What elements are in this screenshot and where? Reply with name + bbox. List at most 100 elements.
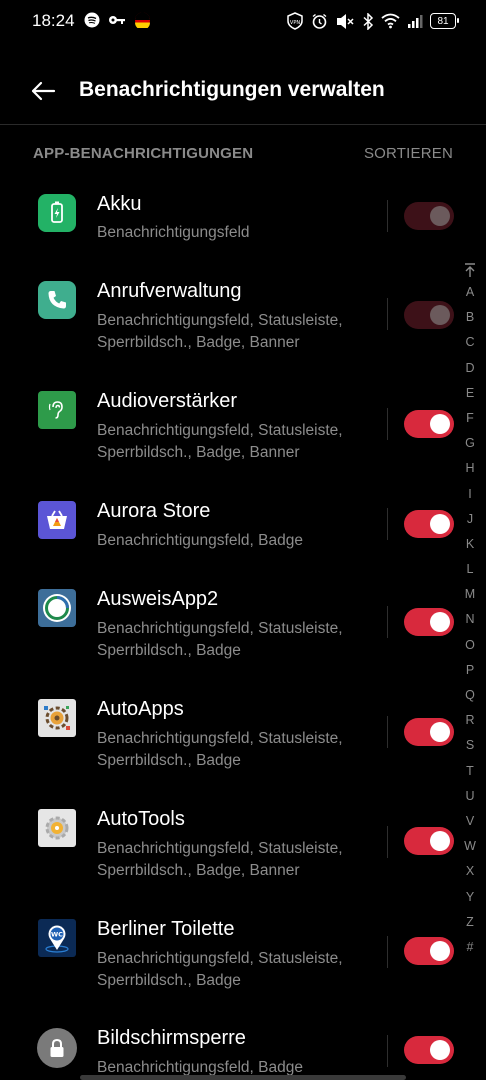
header-divider [0, 124, 486, 125]
alarm-icon [312, 13, 327, 29]
wifi-icon [381, 13, 400, 29]
autotools-gear-icon [38, 809, 76, 847]
app-notification-types: Benachrichtigungsfeld, Badge [97, 532, 303, 549]
app-name: AusweisApp2 [97, 588, 219, 610]
vpn-icon: VPN [287, 12, 303, 30]
list-item-audioverstaerker[interactable]: Audioverstärker Benachrichtigungsfeld, S… [0, 388, 460, 478]
alpha-index-letter[interactable]: V [460, 809, 480, 834]
notification-toggle[interactable] [404, 718, 454, 746]
store-bag-icon [38, 501, 76, 539]
row-divider [387, 508, 388, 540]
app-name: Anrufverwaltung [97, 280, 242, 302]
row-divider [387, 606, 388, 638]
signal-icon [408, 14, 423, 28]
list-item-bildschirmsperre[interactable]: Bildschirmsperre Benachrichtigungsfeld, … [0, 1025, 460, 1080]
home-indicator[interactable] [80, 1075, 406, 1080]
alpha-index-letter[interactable]: Y [460, 885, 480, 910]
back-arrow-icon[interactable] [28, 76, 58, 106]
app-notification-types: Benachrichtigungsfeld, Statusleiste, Sper… [97, 950, 343, 989]
list-item-autoapps[interactable]: AutoApps Benachrichtigungsfeld, Statusle… [0, 696, 460, 786]
alpha-index-letter[interactable]: # [460, 935, 480, 960]
app-name: AutoTools [97, 808, 185, 830]
alpha-index-letter[interactable]: O [460, 633, 480, 658]
alpha-index-letter[interactable]: T [460, 759, 480, 784]
app-bar: Benachrichtigungen verwalten [0, 58, 486, 124]
row-divider [387, 1035, 388, 1067]
row-divider [387, 826, 388, 858]
sort-button[interactable]: SORTIEREN [364, 145, 453, 162]
status-time: 18:24 [32, 11, 75, 30]
alpha-index-letter[interactable]: Q [460, 683, 480, 708]
app-name: Audioverstärker [97, 390, 238, 412]
wc-pin-icon: WC [38, 919, 76, 957]
row-divider [387, 716, 388, 748]
scroll-to-top-icon[interactable] [463, 262, 477, 278]
alpha-index-letter[interactable]: D [460, 356, 480, 381]
phone-icon [38, 281, 76, 319]
alpha-index-letter[interactable]: J [460, 507, 480, 532]
app-notification-types: Benachrichtigungsfeld, Statusleiste, Sper… [97, 840, 343, 879]
notification-toggle[interactable] [404, 827, 454, 855]
alpha-index-letter[interactable]: W [460, 834, 480, 859]
list-item-anrufverwaltung[interactable]: Anrufverwaltung Benachrichtigungsfeld, S… [0, 278, 460, 368]
app-name: Akku [97, 193, 142, 215]
list-item-ausweisapp2[interactable]: AusweisApp2 Benachrichtigungsfeld, Statu… [0, 586, 460, 676]
alpha-index-letter[interactable]: C [460, 330, 480, 355]
alpha-index-letter[interactable]: L [460, 557, 480, 582]
alpha-index-letter[interactable]: U [460, 784, 480, 809]
battery-charging-icon [38, 194, 76, 232]
app-notification-types: Benachrichtigungsfeld [97, 224, 250, 241]
row-divider [387, 408, 388, 440]
lock-icon [37, 1028, 77, 1068]
list-item-aurora-store[interactable]: Aurora Store Benachrichtigungsfeld, Badg… [0, 498, 460, 568]
notification-toggle[interactable] [404, 301, 454, 329]
app-notification-types: Benachrichtigungsfeld, Statusleiste, Sper… [97, 422, 343, 461]
notification-toggle[interactable] [404, 1036, 454, 1064]
page-title: Benachrichtigungen verwalten [79, 78, 385, 101]
alpha-index-letter[interactable]: R [460, 708, 480, 733]
key-icon [109, 16, 125, 24]
status-bar: 18:24 VPN 81 [0, 0, 486, 42]
autoapps-gear-icon [38, 699, 76, 737]
notification-toggle[interactable] [404, 937, 454, 965]
notification-toggle[interactable] [404, 510, 454, 538]
list-item-autotools[interactable]: AutoTools Benachrichtigungsfeld, Statusl… [0, 806, 460, 896]
row-divider [387, 298, 388, 330]
alphabet-index[interactable]: A B C D E F G H I J K L M N O P Q R S T U V W X Y Z # [460, 262, 480, 960]
alpha-index-letter[interactable]: M [460, 582, 480, 607]
alpha-index-letter[interactable]: Z [460, 910, 480, 935]
list-item-akku[interactable]: Akku Benachrichtigungsfeld [0, 190, 460, 260]
app-notification-types: Benachrichtigungsfeld, Statusleiste, Sper… [97, 730, 343, 769]
alpha-index-letter[interactable]: G [460, 431, 480, 456]
row-divider [387, 936, 388, 968]
alpha-index-letter[interactable]: B [460, 305, 480, 330]
alpha-index-letter[interactable]: F [460, 406, 480, 431]
hearing-icon [38, 391, 76, 429]
alpha-index-letter[interactable]: X [460, 859, 480, 884]
alpha-index-letter[interactable]: N [460, 607, 480, 632]
svg-text:VPN: VPN [290, 20, 300, 26]
app-name: AutoApps [97, 698, 184, 720]
notification-toggle[interactable] [404, 410, 454, 438]
list-item-berliner-toilette[interactable]: WC Berliner Toilette Benachrichtigungsfe… [0, 916, 460, 1006]
svg-text:WC: WC [51, 931, 63, 939]
app-name: Berliner Toilette [97, 918, 235, 940]
app-notification-types: Benachrichtigungsfeld, Statusleiste, Sper… [97, 620, 343, 659]
alpha-index-letter[interactable]: K [460, 532, 480, 557]
ausweis-icon [38, 589, 76, 627]
app-notification-types: Benachrichtigungsfeld, Statusleiste, Sper… [97, 312, 343, 351]
bluetooth-icon [363, 12, 374, 30]
alpha-index-letter[interactable]: S [460, 733, 480, 758]
battery-indicator: 81 [430, 13, 459, 29]
notification-toggle[interactable] [404, 202, 454, 230]
mute-icon [337, 13, 354, 29]
alpha-index-letter[interactable]: H [460, 456, 480, 481]
notification-toggle[interactable] [404, 608, 454, 636]
app-name: Aurora Store [97, 500, 211, 522]
spotify-icon [84, 12, 100, 28]
section-title: APP-BENACHRICHTIGUNGEN [33, 145, 254, 162]
alpha-index-letter[interactable]: P [460, 658, 480, 683]
alpha-index-letter[interactable]: I [460, 482, 480, 507]
alpha-index-letter[interactable]: E [460, 381, 480, 406]
alpha-index-letter[interactable]: A [460, 280, 480, 305]
